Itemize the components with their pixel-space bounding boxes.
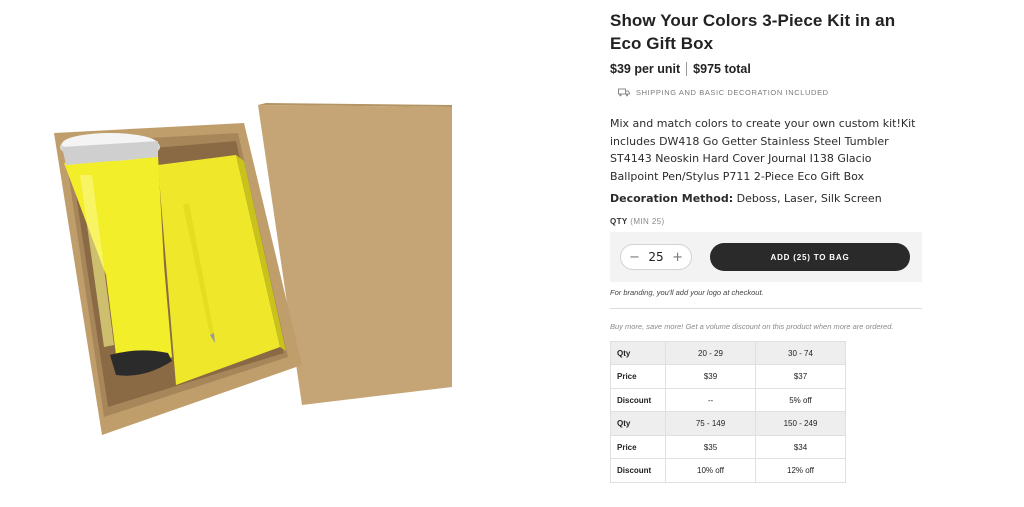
qty-label: QTY (MIN 25): [610, 217, 922, 226]
table-cell: $35: [665, 434, 756, 460]
table-cell: 75 - 149: [665, 411, 756, 436]
table-cell: $34: [755, 434, 846, 460]
table-cell: --: [665, 387, 756, 413]
table-cell: $37: [755, 364, 846, 389]
table-cell: 12% off: [755, 458, 846, 483]
product-details: Show Your Colors 3-Piece Kit in an Eco G…: [610, 0, 922, 483]
row-header-discount: Discount: [610, 387, 666, 413]
row-header-price: Price: [610, 364, 666, 389]
table-cell: $39: [665, 364, 756, 389]
volume-discount-note: Buy more, save more! Get a volume discou…: [610, 322, 894, 332]
shipping-text: SHIPPING AND BASIC DECORATION INCLUDED: [636, 88, 829, 97]
price-row: $39 per unit $975 total: [610, 62, 922, 76]
row-header-qty: Qty: [610, 411, 666, 436]
quantity-stepper[interactable]: − 25 +: [620, 244, 692, 271]
table-row: Price $35 $34: [610, 434, 846, 460]
add-to-bag-button[interactable]: ADD (25) TO BAG: [710, 243, 910, 272]
qty-title: QTY: [610, 217, 628, 227]
row-header-qty: Qty: [610, 340, 666, 366]
decoration-label: Decoration Method:: [610, 192, 734, 206]
table-row: Discount -- 5% off: [610, 387, 846, 413]
table-cell: 5% off: [755, 387, 846, 413]
table-row: Price $39 $37: [610, 364, 846, 389]
shipping-note: SHIPPING AND BASIC DECORATION INCLUDED: [618, 88, 922, 97]
row-header-price: Price: [610, 434, 666, 460]
quantity-value[interactable]: 25: [648, 250, 663, 264]
product-description: Mix and match colors to create your own …: [610, 117, 916, 183]
qty-panel: − 25 + ADD (25) TO BAG: [610, 232, 922, 283]
price-total: $975 total: [693, 62, 751, 76]
truck-icon: [618, 88, 630, 97]
volume-pricing-table: Qty 20 - 29 30 - 74 Price $39 $37 Discou…: [610, 340, 846, 483]
table-cell: 150 - 249: [755, 411, 846, 436]
product-title: Show Your Colors 3-Piece Kit in an Eco G…: [610, 11, 896, 53]
journal: [158, 155, 280, 385]
table-cell: 20 - 29: [665, 340, 756, 366]
decoration-method: Decoration Method: Deboss, Laser, Silk S…: [610, 192, 922, 205]
row-header-discount: Discount: [610, 458, 666, 483]
qty-min-note: (MIN 25): [630, 217, 665, 227]
table-row: Qty 75 - 149 150 - 249: [610, 411, 846, 436]
table-cell: 10% off: [665, 458, 756, 483]
table-row: Discount 10% off 12% off: [610, 458, 846, 483]
price-per-unit: $39 per unit: [610, 62, 681, 76]
price-divider: [686, 62, 688, 76]
decoration-value: Deboss, Laser, Silk Screen: [736, 192, 882, 206]
increment-button[interactable]: +: [672, 250, 683, 265]
table-row: Qty 20 - 29 30 - 74: [610, 340, 846, 366]
branding-note: For branding, you'll add your logo at ch…: [610, 288, 764, 298]
divider: [610, 308, 922, 310]
decrement-button[interactable]: −: [629, 250, 640, 265]
table-cell: 30 - 74: [755, 340, 846, 366]
product-image: [54, 103, 452, 435]
